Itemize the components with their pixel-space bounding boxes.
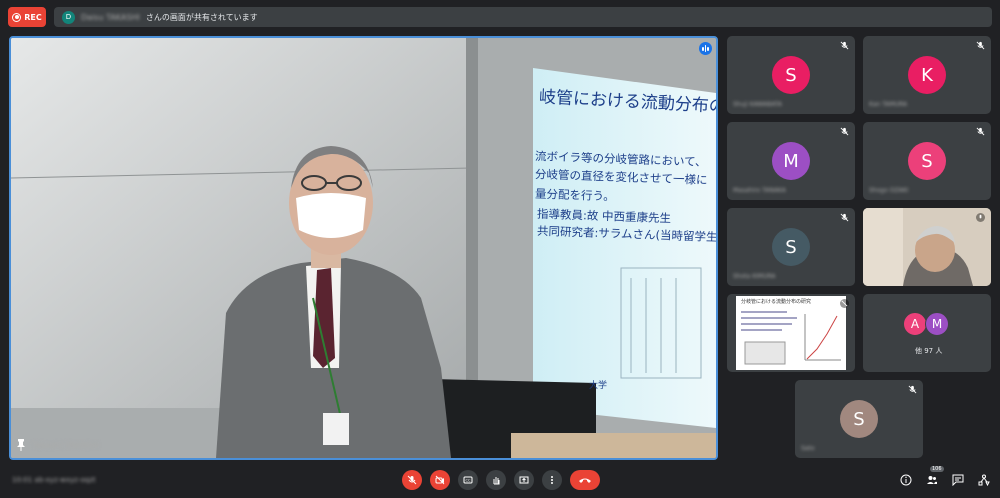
mic-off-icon [840, 213, 849, 222]
slide-line: 量分配を行う。 [534, 186, 616, 204]
chat-button[interactable] [950, 472, 966, 488]
camera-toggle-button[interactable] [430, 470, 450, 490]
people-icon [927, 476, 937, 484]
participant-name: Masahiro TANAKA [733, 187, 786, 194]
presenter-tile-name: Takashi TAKASHI [33, 441, 99, 450]
others-tile[interactable]: A M 他 97 人 [863, 294, 991, 372]
participant-name: Shota KIMURA [733, 273, 776, 280]
recording-badge: REC [8, 7, 46, 27]
svg-text:CC: CC [466, 479, 471, 483]
share-banner-text: さんの画面が共有されています [145, 12, 258, 22]
microphone-toggle-button[interactable] [402, 470, 422, 490]
others-count-label: 他 97 人 [915, 347, 943, 355]
hand-icon [493, 477, 500, 485]
present-screen-icon [519, 476, 529, 484]
mic-off-icon [407, 475, 417, 485]
recording-label: REC [24, 12, 42, 22]
speaking-indicator-icon [699, 42, 712, 55]
participant-avatar: S [908, 142, 946, 180]
meeting-details-button[interactable] [898, 472, 914, 488]
meeting-time-and-code: 10:01 ab-xyz-wxyz-oqzt [12, 476, 96, 484]
camera-off-icon [435, 475, 445, 485]
mic-off-icon [840, 127, 849, 136]
shared-slide-thumbnail [736, 296, 846, 370]
screen-share-banner: D Daisu TAKASHI さんの画面が共有されています [54, 7, 992, 27]
participant-avatar: S [772, 228, 810, 266]
participant-tile[interactable]: S Sato [795, 380, 923, 458]
mic-off-icon [840, 299, 849, 308]
pin-icon[interactable] [16, 439, 26, 451]
participant-tile[interactable]: S Shuji KAWABATA [727, 36, 855, 114]
closed-captions-icon: CC [463, 476, 473, 484]
mic-off-icon [976, 127, 985, 136]
shared-slide-tile[interactable]: 分岐管における流動分布の研究 [727, 294, 855, 372]
participant-avatar: K [908, 56, 946, 94]
present-screen-button[interactable] [514, 470, 534, 490]
presenter-avatar: D [62, 10, 75, 24]
more-vert-icon [551, 476, 553, 484]
mic-off-icon [976, 213, 985, 222]
participant-name: Shuji KAWABATA [733, 101, 783, 108]
presenter-video-tile[interactable]: 岐管における流動分布の研究 流ボイラ等の分岐管路において、 分岐管の直径を変化さ… [9, 36, 718, 460]
participant-avatar: M [772, 142, 810, 180]
participant-avatar: S [840, 400, 878, 438]
captions-button[interactable]: CC [458, 470, 478, 490]
participant-name: Sato [801, 445, 815, 452]
leave-call-button[interactable] [570, 470, 600, 490]
more-options-button[interactable] [542, 470, 562, 490]
info-icon [900, 474, 912, 486]
participant-avatar: M [925, 312, 949, 336]
activities-icon [978, 474, 990, 486]
shared-slide-title: 分岐管における流動分布の研究 [741, 299, 812, 305]
hang-up-icon [579, 478, 591, 483]
people-button[interactable]: 106 [924, 466, 944, 488]
raise-hand-button[interactable] [486, 470, 506, 490]
participant-video [863, 208, 991, 286]
record-icon [12, 12, 22, 22]
participant-name: Shogo OZAKI [869, 187, 909, 194]
participant-tile[interactable]: S Shogo OZAKI [863, 122, 991, 200]
participant-tile[interactable]: M Masahiro TANAKA [727, 122, 855, 200]
others-avatar-group: A M [903, 312, 949, 336]
presenter-name: Daisu TAKASHI [81, 12, 140, 22]
participant-tile[interactable]: K Kan TAMURA [863, 36, 991, 114]
mic-off-icon [908, 385, 917, 394]
participant-count-badge: 106 [930, 466, 944, 472]
chat-icon [952, 474, 964, 486]
participant-avatar: A [903, 312, 927, 336]
participant-video-tile[interactable] [863, 208, 991, 286]
slide-footer: 大学 [589, 381, 608, 391]
participant-name: Kan TAMURA [869, 101, 908, 108]
mic-off-icon [976, 41, 985, 50]
participant-avatar: S [772, 56, 810, 94]
call-controls: CC [402, 470, 600, 490]
side-panel-controls: 106 [898, 466, 992, 488]
participant-tile[interactable]: S Shota KIMURA [727, 208, 855, 286]
activities-button[interactable] [976, 472, 992, 488]
mic-off-icon [840, 41, 849, 50]
